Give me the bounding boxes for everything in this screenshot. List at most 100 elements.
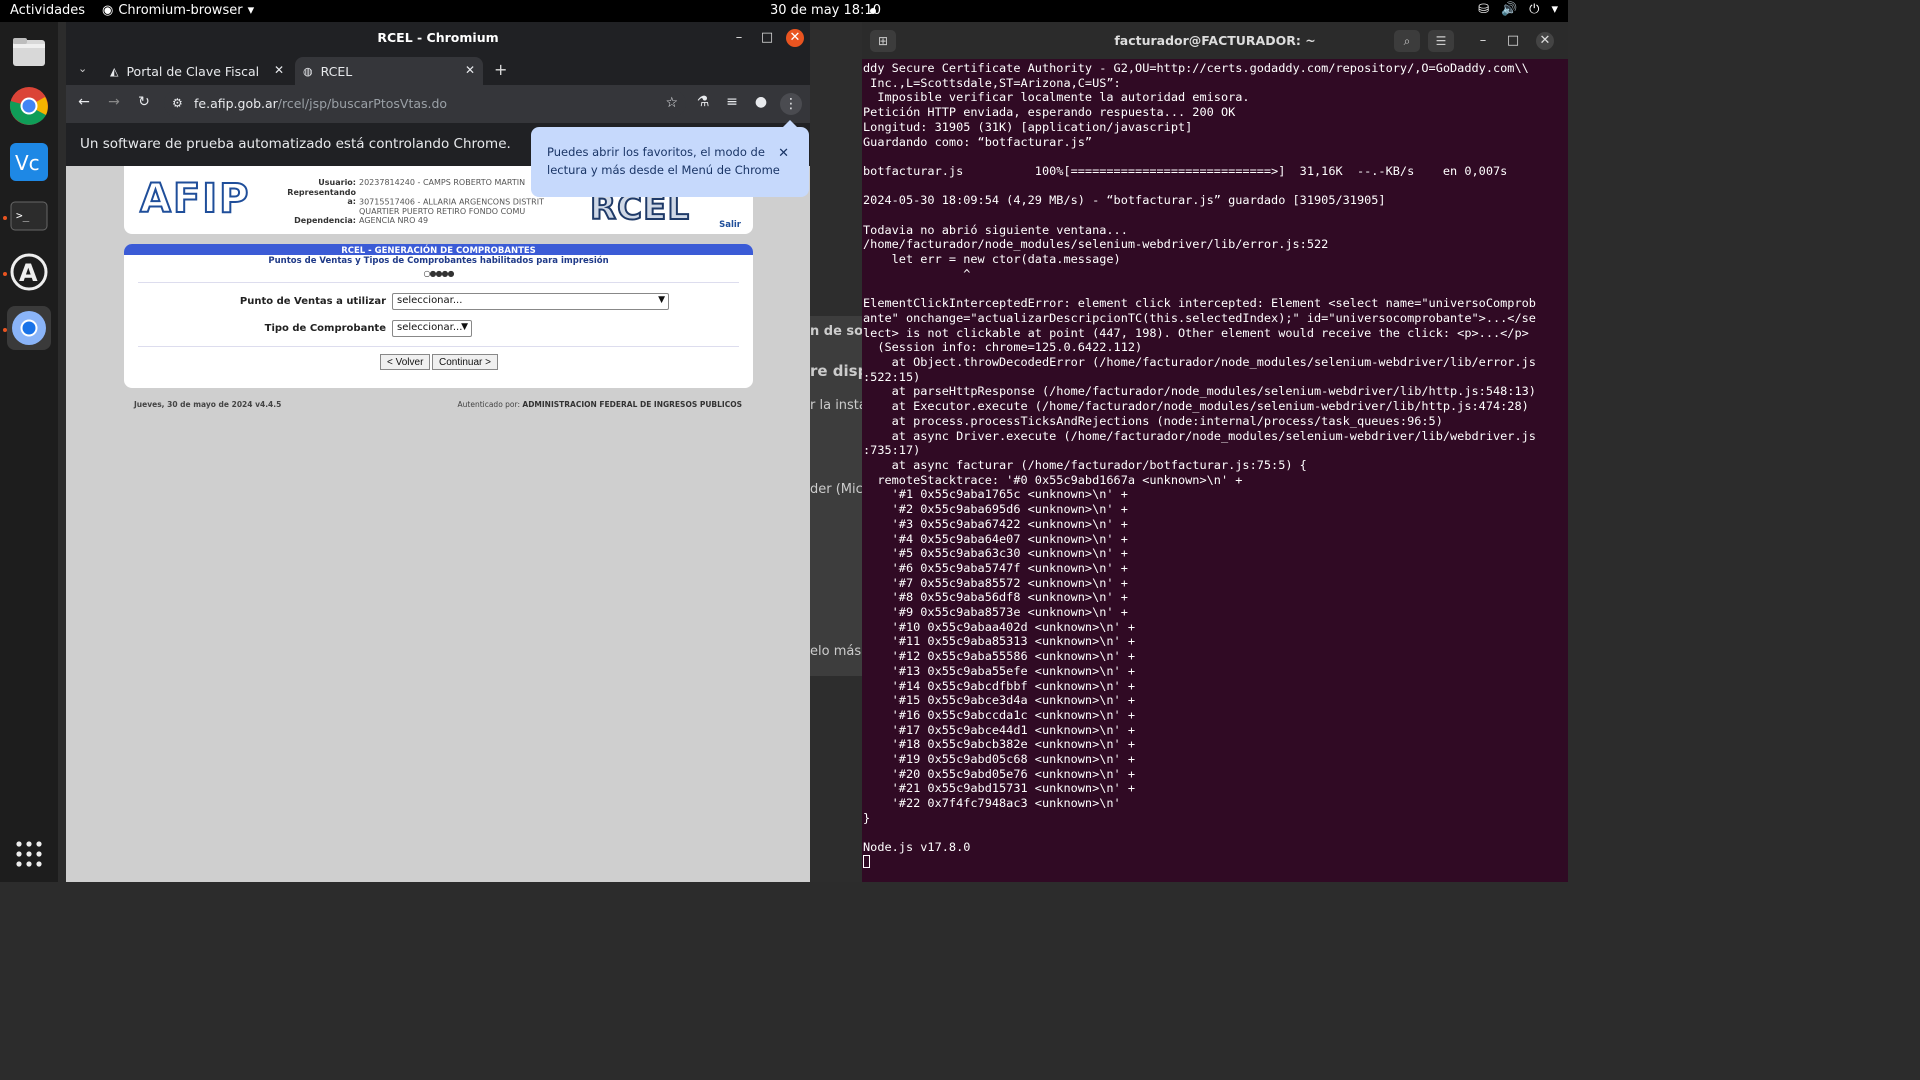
- window-titlebar[interactable]: RCEL - Chromium – □ ✕: [66, 22, 810, 55]
- usuario-label: Usuario:: [318, 178, 356, 187]
- terminal-line: '#15 0x55c9abce3d4a <unknown>\n' +: [863, 693, 1136, 708]
- system-tray[interactable]: ⛁ 🔊 ⏻ ▾: [1478, 2, 1558, 17]
- minimize-icon[interactable]: –: [730, 29, 748, 47]
- terminal-line: 2024-05-30 18:09:54 (4,29 MB/s) - “botfa…: [863, 193, 1386, 208]
- terminal-line: Imposible verificar localmente la autori…: [863, 90, 1250, 105]
- representando-value: 30715517406 - ALLARIA ARGENCONS DISTRIT: [359, 197, 544, 206]
- labs-flask-icon[interactable]: ⚗: [693, 94, 713, 110]
- window-title: RCEL - Chromium: [377, 30, 499, 45]
- chevron-down-icon: ▼: [658, 295, 665, 305]
- reload-icon[interactable]: ↻: [134, 94, 154, 110]
- usuario-value: 20237814240 - CAMPS ROBERTO MARTIN: [359, 178, 526, 187]
- terminal-cursor: [863, 854, 870, 868]
- user-info: Usuario: 20237814240 - CAMPS ROBERTO MART…: [282, 178, 544, 226]
- terminal-line: '#2 0x55c9aba695d6 <unknown>\n' +: [863, 502, 1128, 517]
- popup-caret: [783, 120, 797, 127]
- chromium-icon[interactable]: [7, 306, 51, 350]
- terminal-window: ⊞ facturador@FACTURADOR: ~ ⌕ ☰ – □ ✕ ddy…: [862, 22, 1568, 882]
- punto-ventas-select[interactable]: seleccionar... ▼: [392, 293, 669, 310]
- close-icon[interactable]: ✕: [1536, 32, 1554, 50]
- terminal-prompt[interactable]: [863, 854, 1563, 870]
- terminal-line: '#21 0x55c9abd15731 <unknown>\n' +: [863, 781, 1136, 796]
- close-icon[interactable]: ✕: [778, 145, 789, 163]
- divider: [138, 282, 739, 283]
- terminal-line: '#10 0x55c9abaa402d <unknown>\n' +: [863, 619, 1136, 634]
- footer-auth-label: Autenticado por:: [457, 400, 521, 409]
- terminal-line: remoteStacktrace: '#0 0x55c9abd1667a <un…: [863, 472, 1243, 487]
- tipo-comprobante-value: seleccionar...: [397, 322, 463, 333]
- chrome-icon[interactable]: [7, 84, 51, 128]
- terminal-line: at async facturar (/home/facturador/botf…: [863, 457, 1307, 472]
- popup-line-2: lectura y más desde el Menú de Chrome: [547, 163, 780, 177]
- afip-favicon-icon: ◭: [110, 64, 119, 78]
- app-grid-icon[interactable]: [7, 832, 51, 876]
- vscode-icon[interactable]: Vᴄ: [7, 140, 51, 184]
- close-tab-icon[interactable]: ✕: [465, 63, 475, 77]
- divider: [138, 346, 739, 347]
- background-text: der (Micr: [810, 482, 862, 497]
- afip-logo: AFIP: [139, 175, 251, 223]
- terminal-line: '#1 0x55c9aba1765c <unknown>\n' +: [863, 487, 1128, 502]
- volver-button[interactable]: < Volver: [380, 354, 431, 370]
- terminal-icon[interactable]: >_: [7, 194, 51, 238]
- terminal-line: at parseHttpResponse (/home/facturador/n…: [863, 384, 1536, 399]
- clock[interactable]: 30 de may 18:10: [770, 3, 881, 18]
- profile-icon[interactable]: ●: [751, 94, 771, 110]
- volume-icon: 🔊: [1500, 2, 1518, 17]
- tipo-comprobante-row: Tipo de Comprobante seleccionar... ▼: [124, 320, 753, 338]
- dock: Vᴄ >_ A: [0, 22, 58, 882]
- terminal-line: botfacturar.js 100%[====================…: [863, 163, 1508, 178]
- terminal-line: }: [863, 810, 871, 825]
- maximize-icon[interactable]: □: [1504, 32, 1522, 50]
- gnome-top-bar: Actividades ◉ Chromium-browser ▾ 30 de m…: [0, 0, 1568, 22]
- bookmark-star-icon[interactable]: ☆: [665, 89, 678, 118]
- activities-button[interactable]: Actividades: [10, 3, 85, 18]
- terminal-line: :735:17): [863, 443, 921, 458]
- tipo-comprobante-label: Tipo de Comprobante: [264, 323, 386, 334]
- software-icon[interactable]: A: [7, 250, 51, 294]
- terminal-line: lect> is not clickable at point (447, 19…: [863, 325, 1529, 340]
- tipo-comprobante-select[interactable]: seleccionar... ▼: [392, 320, 472, 337]
- tab-portal-clave-fiscal[interactable]: ◭ Portal de Clave Fiscal ✕: [102, 57, 292, 85]
- page-viewport: AFIP Usuario: 20237814240 - CAMPS ROBERTO…: [66, 166, 810, 882]
- maximize-icon[interactable]: □: [758, 29, 776, 47]
- media-queue-icon[interactable]: ≡: [722, 94, 742, 110]
- close-tab-icon[interactable]: ✕: [274, 63, 284, 77]
- terminal-line: '#4 0x55c9aba64e07 <unknown>\n' +: [863, 531, 1128, 546]
- files-icon[interactable]: [7, 30, 51, 74]
- app-menu-label: Chromium-browser: [118, 3, 243, 18]
- chrome-menu-icon[interactable]: ⋮: [780, 93, 802, 115]
- terminal-line: '#9 0x55c9aba8573e <unknown>\n' +: [863, 605, 1128, 620]
- terminal-line: at Object.throwDecodedError (/home/factu…: [863, 355, 1536, 370]
- terminal-line: '#12 0x55c9aba55586 <unknown>\n' +: [863, 649, 1136, 664]
- terminal-line: Longitud: 31905 (31K) [application/javas…: [863, 119, 1193, 134]
- minimize-icon[interactable]: –: [1474, 32, 1492, 50]
- salir-link[interactable]: Salir: [719, 220, 741, 230]
- terminal-line: (Session info: chrome=125.0.6422.112): [863, 340, 1143, 355]
- url-path: /rcel/jsp/buscarPtosVtas.do: [277, 96, 448, 111]
- forward-icon[interactable]: →: [104, 94, 124, 110]
- close-icon[interactable]: ✕: [786, 29, 804, 47]
- back-icon[interactable]: ←: [74, 94, 94, 110]
- hamburger-menu-icon[interactable]: ☰: [1428, 30, 1454, 52]
- terminal-output[interactable]: ddy Secure Certificate Authority - G2,OU…: [863, 61, 1563, 881]
- background-text: n de soft: [810, 324, 862, 339]
- footer-auth-value: ADMINISTRACION FEDERAL DE INGRESOS PUBLI…: [522, 400, 742, 409]
- terminal-line: Guardando como: “botfacturar.js”: [863, 134, 1093, 149]
- terminal-titlebar[interactable]: ⊞ facturador@FACTURADOR: ~ ⌕ ☰ – □ ✕: [862, 22, 1568, 59]
- terminal-line: '#6 0x55c9aba5747f <unknown>\n' +: [863, 560, 1128, 575]
- search-icon[interactable]: ⌕: [1394, 30, 1420, 52]
- tab-rcel[interactable]: ◍ RCEL ✕: [295, 57, 483, 85]
- power-icon: ⏻: [1529, 2, 1540, 17]
- terminal-line: '#19 0x55c9abd05c68 <unknown>\n' +: [863, 752, 1136, 767]
- dependencia-label: Dependencia:: [294, 216, 356, 225]
- tab-search-icon[interactable]: ⌄: [78, 62, 87, 75]
- address-bar[interactable]: ⚙ fe.afip.gob.ar/rcel/jsp/buscarPtosVtas…: [164, 89, 686, 118]
- site-info-icon[interactable]: ⚙: [172, 89, 183, 118]
- continuar-button[interactable]: Continuar >: [432, 354, 498, 370]
- new-tab-icon[interactable]: +: [494, 60, 507, 79]
- chevron-down-icon: ▾: [247, 3, 255, 18]
- app-menu[interactable]: ◉ Chromium-browser ▾: [102, 3, 254, 18]
